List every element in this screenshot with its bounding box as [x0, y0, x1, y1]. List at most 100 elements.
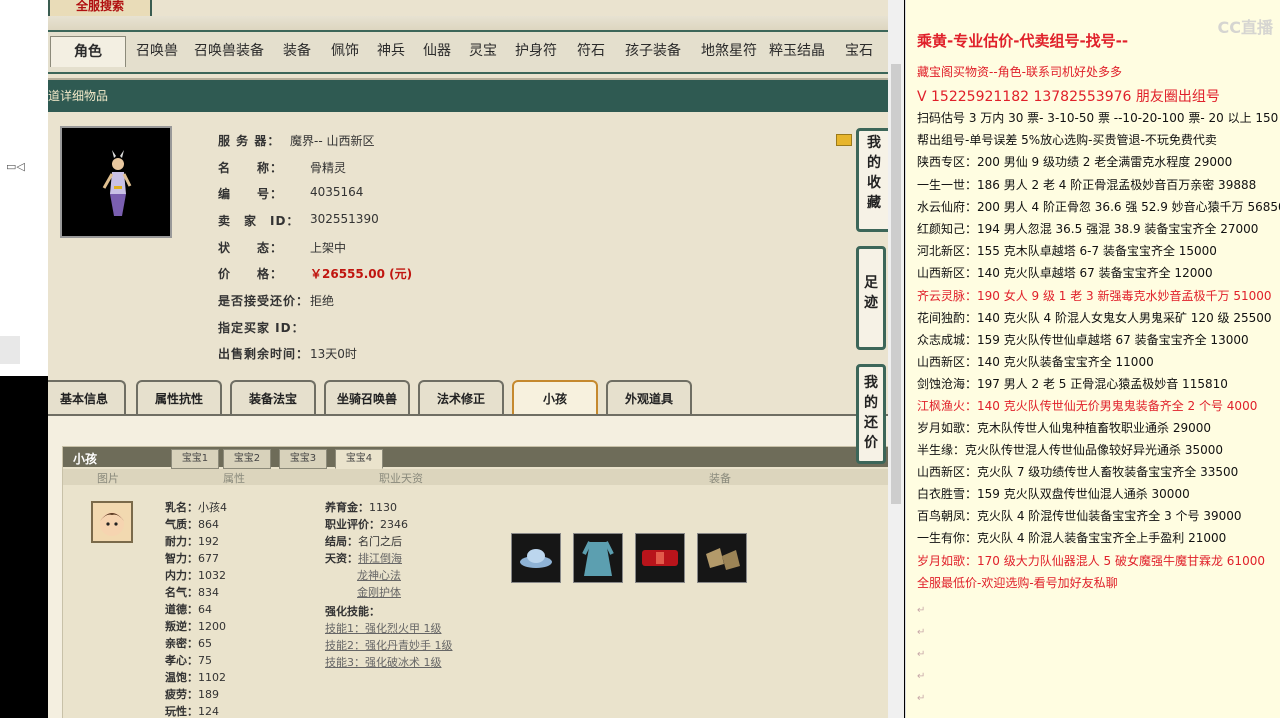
- attr-value: 65: [198, 637, 212, 650]
- nav-tab-role[interactable]: 角色: [50, 36, 126, 67]
- talent-link[interactable]: 龙神心法: [357, 569, 401, 582]
- my-favorites-label: 我的收藏: [867, 135, 881, 211]
- status-value: 上架中: [310, 241, 347, 255]
- seller-id-label: 卖 家 ID：: [218, 214, 300, 228]
- kid-panel: 小孩 宝宝1 宝宝2 宝宝3 宝宝4 图片 属性 职业天资 装备 乳名：小孩4 …: [62, 446, 890, 718]
- document-line: 水云仙府：200 男人 4 阶正骨忽 36.6 强 52.9 妙音心猿千万 56…: [917, 200, 1280, 214]
- ending-value: 名门之后: [358, 535, 402, 548]
- kid-tab-1[interactable]: 宝宝1: [171, 449, 219, 469]
- footprints-label: 足迹: [864, 275, 878, 311]
- document-line: V 15225921182 13782553976 朋友圈出组号: [917, 89, 1220, 105]
- remaining-time-value: 13天0时: [310, 347, 357, 361]
- document-line: 白衣胜雪：159 克火队双盘传世仙混人通杀 30000: [917, 487, 1190, 501]
- nav-tab-pet-equip[interactable]: 召唤兽装备: [190, 36, 268, 66]
- bargain-label: 是否接受还价：: [218, 294, 310, 308]
- attr-label: 孝心：: [165, 654, 198, 667]
- empty-paragraph-marks: ↵ ↵ ↵ ↵ ↵: [917, 605, 926, 704]
- video-icon[interactable]: ▭◁: [6, 160, 25, 173]
- kid-face-icon: [100, 512, 124, 536]
- attr-row: 疲劳：189: [165, 686, 227, 703]
- attr-value: 75: [198, 654, 212, 667]
- item-info-panel: 服 务 器： 魔界-- 山西新区 名 称： 骨精灵 编 号： 4035164 卖…: [48, 112, 890, 370]
- kid-equip-shoes[interactable]: [697, 533, 747, 583]
- nav-tab-equip[interactable]: 装备: [276, 36, 318, 66]
- attr-value: 189: [198, 688, 219, 701]
- game-page: 全服搜索 角色 召唤兽 召唤兽装备 装备 佩饰 神兵 仙器 灵宝 护身符 符石 …: [48, 0, 890, 718]
- col-career-talent: 职业天资: [379, 472, 423, 485]
- document-line: 河北新区：155 克木队卓越塔 6-7 装备宝宝齐全 15000: [917, 244, 1217, 258]
- document-line: 岁月如歌：170 级大力队仙器混人 5 破女魔强牛魔甘霖龙 61000: [917, 554, 1265, 568]
- attr-row: 温饱：1102: [165, 669, 227, 686]
- talent-link[interactable]: 金刚护体: [357, 586, 401, 599]
- document-line: 一生一世：186 男人 2 老 4 阶正骨混孟极妙音百万亲密 39888: [917, 178, 1257, 192]
- left-window-strip: ▭◁: [0, 0, 48, 376]
- ending-row: 结局：名门之后: [325, 533, 453, 550]
- nav-tab-kid-equip[interactable]: 孩子装备: [616, 36, 690, 66]
- document-line: 一生有你：克火队 4 阶混人装备宝宝齐全上手盈利 21000: [917, 531, 1227, 545]
- belt-icon: [642, 550, 678, 566]
- subtab-mount-pet[interactable]: 坐骑召唤兽: [324, 380, 410, 416]
- kid-tab-2[interactable]: 宝宝2: [223, 449, 271, 469]
- attr-value: 1102: [198, 671, 226, 684]
- nav-tab-spirit-treasure[interactable]: 灵宝: [462, 36, 504, 66]
- nav-tab-rune-stone[interactable]: 符石: [570, 36, 612, 66]
- attr-value: 834: [198, 586, 219, 599]
- kid-attrs: 乳名：小孩4 气质：864 耐力：192 智力：677 内力：1032 名气：8…: [165, 499, 227, 718]
- side-panel-handle[interactable]: [0, 336, 20, 364]
- kid-equip-belt[interactable]: [635, 533, 685, 583]
- subtab-basic-info[interactable]: 基本信息: [48, 380, 126, 416]
- skill-link[interactable]: 技能1：强化烈火甲 1级: [325, 622, 442, 635]
- document-line: 乘黄-专业估价-代卖组号-找号--: [917, 32, 1129, 50]
- nav-tab-amulet[interactable]: 护身符: [508, 36, 564, 66]
- subtab-attributes[interactable]: 属性抗性: [136, 380, 222, 416]
- nav-tab-gem[interactable]: 宝石: [838, 36, 880, 66]
- kid-tab-3[interactable]: 宝宝3: [279, 449, 327, 469]
- attr-row: 智力：677: [165, 550, 227, 567]
- my-favorites-button[interactable]: 我的收藏: [856, 128, 892, 232]
- nav-tab-divine-weapon[interactable]: 神兵: [370, 36, 412, 66]
- server-label: 服 务 器：: [218, 134, 281, 148]
- price-label: 价 格：: [218, 267, 284, 281]
- document-line: 山西新区：克火队 7 级功绩传世人畜牧装备宝宝齐全 33500: [917, 465, 1239, 479]
- page-scrollbar[interactable]: [888, 0, 904, 718]
- attr-label: 智力：: [165, 552, 198, 565]
- nav-tab-pet[interactable]: 召唤兽: [130, 36, 184, 66]
- talent-row: 龙神心法: [325, 567, 453, 584]
- scrollbar-thumb[interactable]: [891, 64, 901, 504]
- top-band: [48, 16, 890, 30]
- career-value: 2346: [380, 518, 408, 531]
- document-line: 花间独酌：140 克火队 4 阶混人女鬼女人男鬼采矿 120 级 25500: [917, 311, 1272, 325]
- subtab-equipment[interactable]: 装备法宝: [230, 380, 316, 416]
- shoes-icon: [706, 548, 740, 570]
- nav-tab-immortal-gear[interactable]: 仙器: [416, 36, 458, 66]
- kid-equip-hat[interactable]: [511, 533, 561, 583]
- col-attributes: 属性: [223, 472, 245, 485]
- server-value: 魔界-- 山西新区: [290, 134, 375, 148]
- kid-tab-4[interactable]: 宝宝4: [335, 449, 383, 469]
- collect-badge-icon[interactable]: [836, 134, 852, 146]
- attr-label: 耐力：: [165, 535, 198, 548]
- skill-link[interactable]: 技能2：强化丹青妙手 1级: [325, 639, 453, 652]
- kid-column-headers: 图片 属性 职业天资 装备: [63, 469, 889, 485]
- kid-equip-robe[interactable]: [573, 533, 623, 583]
- attr-value: 1032: [198, 569, 226, 582]
- attr-label: 疲劳：: [165, 688, 198, 701]
- skill-link[interactable]: 技能3：强化破冰术 1级: [325, 656, 442, 669]
- subtab-appearance[interactable]: 外观道具: [606, 380, 692, 416]
- subtab-spell-mod[interactable]: 法术修正: [418, 380, 504, 416]
- talent-link[interactable]: 排江倒海: [358, 552, 402, 565]
- document-line: 百鸟朝凤：克火队 4 阶混传世仙装备宝宝齐全 3 个号 39000: [917, 509, 1242, 523]
- nav-tab-jade-crystal[interactable]: 粹玉结晶: [766, 36, 828, 66]
- character-figure-icon: [102, 150, 132, 216]
- attr-row: 耐力：192: [165, 533, 227, 550]
- item-id-value: 4035164: [310, 185, 364, 199]
- my-counteroffers-button[interactable]: 我的还价: [856, 364, 886, 464]
- subtab-kid[interactable]: 小孩: [512, 380, 598, 416]
- document-line: 藏宝阁买物资--角色-联系司机好处多多: [917, 65, 1122, 79]
- detail-bar: 道详细物品: [48, 78, 890, 112]
- document-line: 剑蚀沧海：197 男人 2 老 5 正骨混心猿孟极妙音 115810: [917, 377, 1228, 391]
- attr-value: 677: [198, 552, 219, 565]
- nav-tab-accessory[interactable]: 佩饰: [324, 36, 366, 66]
- footprints-button[interactable]: 足迹: [856, 246, 886, 350]
- nav-tab-star-talisman[interactable]: 地煞星符: [692, 36, 766, 66]
